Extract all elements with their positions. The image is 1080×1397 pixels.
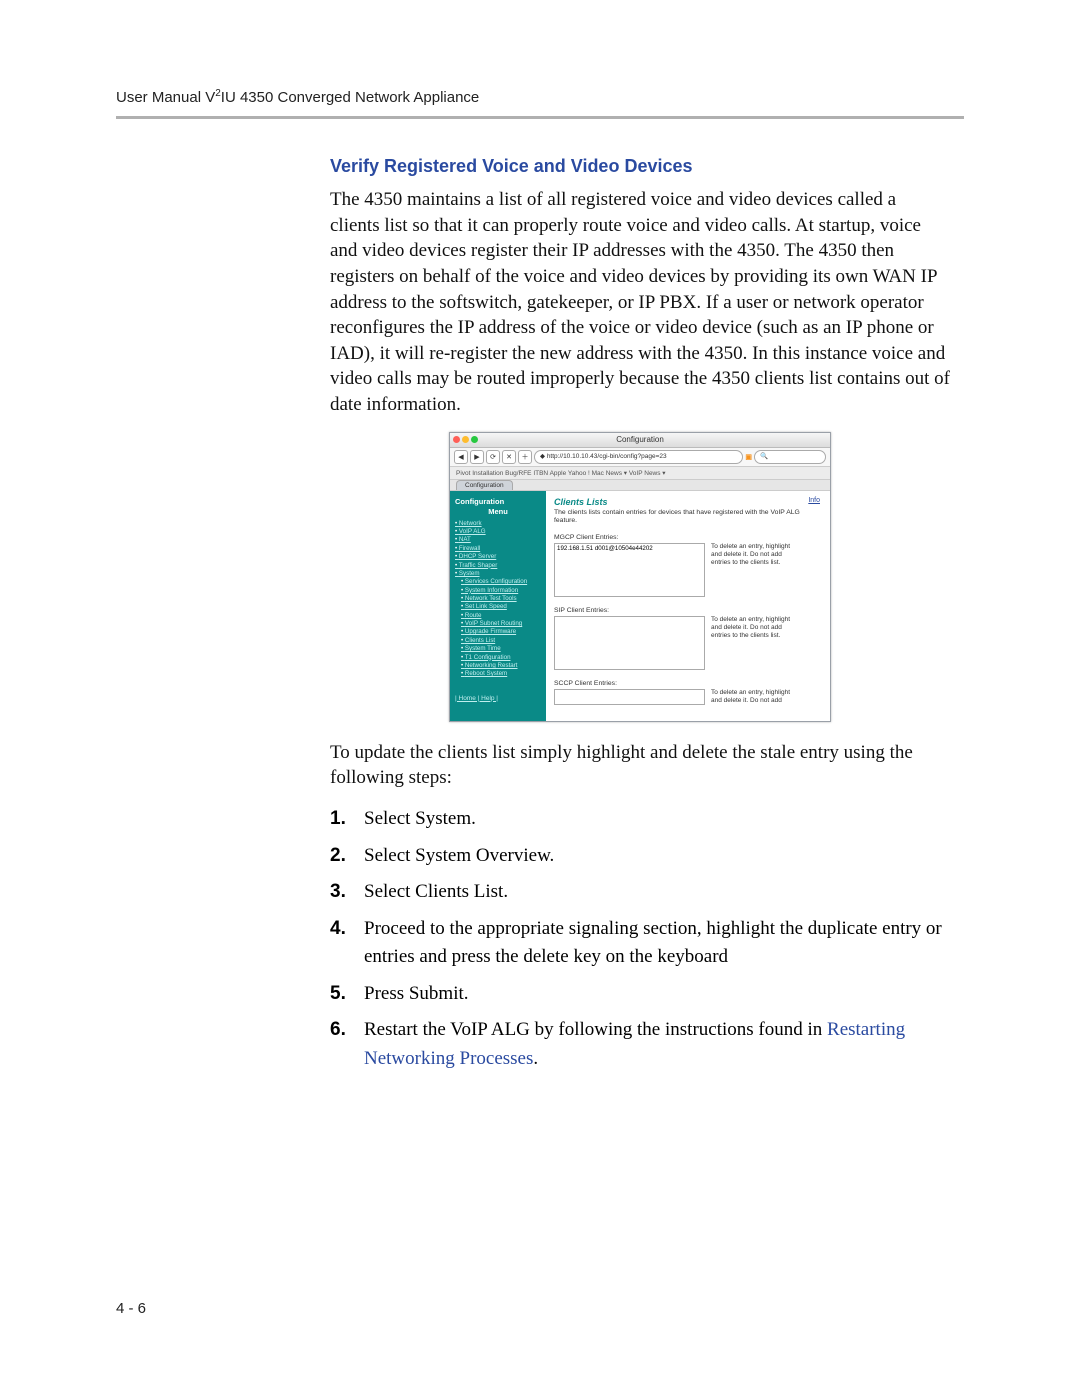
mgcp-block: MGCP Client Entries: To delete an entry,…: [554, 534, 822, 597]
add-button[interactable]: ＋: [518, 450, 532, 464]
sccp-hint: To delete an entry, highlight and delete…: [711, 689, 791, 705]
sidebar-item-traffic-shaper[interactable]: Traffic Shaper: [455, 562, 541, 570]
steps-list: Select System. Select System Overview. S…: [330, 805, 950, 1073]
address-bar[interactable]: ◆ http://10.10.10.43/cgi-bin/config?page…: [534, 450, 743, 464]
sidebar-menu-label: Menu: [455, 507, 541, 516]
config-sidebar: Configuration Menu Network VoIP ALG NAT …: [450, 491, 546, 721]
header-rule: [116, 116, 964, 119]
stop-button[interactable]: ✕: [502, 450, 516, 464]
sidebar-sub-upgrade[interactable]: Upgrade Firmware: [461, 628, 541, 636]
sidebar-sub-net-test[interactable]: Network Test Tools: [461, 595, 541, 603]
sidebar-item-nat[interactable]: NAT: [455, 536, 541, 544]
bookmarks-bar[interactable]: Pivot Installation Bug/RFE ITBN Apple Ya…: [450, 467, 830, 480]
sip-hint: To delete an entry, highlight and delete…: [711, 616, 791, 670]
steps-intro: To update the clients list simply highli…: [330, 740, 950, 791]
window-title: Configuration: [616, 435, 664, 444]
sidebar-sub-system-time[interactable]: System Time: [461, 645, 541, 653]
sidebar-footer-links[interactable]: | Home | Help |: [455, 695, 541, 702]
sidebar-sub-services-config[interactable]: Services Configuration: [461, 578, 541, 586]
page-content: Configuration Menu Network VoIP ALG NAT …: [450, 491, 830, 721]
sidebar-title: Configuration: [455, 497, 541, 506]
minimize-dot-icon[interactable]: [462, 436, 469, 443]
search-field[interactable]: 🔍: [754, 450, 826, 464]
back-button[interactable]: ◀: [454, 450, 468, 464]
step-6-suffix: .: [533, 1048, 538, 1069]
body-column: Verify Registered Voice and Video Device…: [330, 150, 950, 1081]
sidebar-sub-link-speed[interactable]: Set Link Speed: [461, 603, 541, 611]
sidebar-item-voip-alg[interactable]: VoIP ALG: [455, 528, 541, 536]
sidebar-item-dhcp[interactable]: DHCP Server: [455, 553, 541, 561]
page: User Manual V2IU 4350 Converged Network …: [0, 0, 1080, 1397]
window-titlebar: Configuration: [450, 433, 830, 448]
clients-list-screenshot: Configuration ◀ ▶ ⟳ ✕ ＋ ◆ http://10.10.1…: [449, 432, 831, 722]
sidebar-sub-voip-subnet[interactable]: VoIP Subnet Routing: [461, 620, 541, 628]
step-3: Select Clients List.: [330, 878, 950, 907]
step-6-prefix: Restart the VoIP ALG by following the in…: [364, 1019, 827, 1040]
browser-toolbar: ◀ ▶ ⟳ ✕ ＋ ◆ http://10.10.10.43/cgi-bin/c…: [450, 448, 830, 467]
sccp-label: SCCP Client Entries:: [554, 680, 822, 687]
sidebar-item-system[interactable]: System: [455, 570, 541, 578]
clients-lists-desc: The clients lists contain entries for de…: [554, 509, 822, 526]
sip-label: SIP Client Entries:: [554, 607, 822, 614]
clients-lists-title: Clients Lists: [554, 497, 822, 507]
sidebar-sub-net-restart[interactable]: Networking Restart: [461, 662, 541, 670]
browser-tabs: Configuration: [450, 480, 830, 491]
info-link[interactable]: Info: [808, 497, 820, 504]
step-6: Restart the VoIP ALG by following the in…: [330, 1016, 950, 1073]
sip-entries[interactable]: [554, 616, 705, 670]
running-head: User Manual V2IU 4350 Converged Network …: [116, 88, 964, 106]
sidebar-sub-reboot[interactable]: Reboot System: [461, 670, 541, 678]
window-traffic-lights[interactable]: [453, 436, 478, 443]
rss-icon[interactable]: ▣: [745, 453, 752, 461]
step-2: Select System Overview.: [330, 842, 950, 871]
sidebar-menu: Network VoIP ALG NAT Firewall DHCP Serve…: [455, 520, 541, 679]
zoom-dot-icon[interactable]: [471, 436, 478, 443]
sidebar-sub-clients-list[interactable]: Clients List: [461, 637, 541, 645]
page-number: 4 - 6: [116, 1300, 146, 1317]
sidebar-sub-system-info[interactable]: System Information: [461, 587, 541, 595]
sccp-block: SCCP Client Entries: To delete an entry,…: [554, 680, 822, 705]
mgcp-label: MGCP Client Entries:: [554, 534, 822, 541]
figure-wrap: Configuration ◀ ▶ ⟳ ✕ ＋ ◆ http://10.10.1…: [330, 432, 950, 722]
close-dot-icon[interactable]: [453, 436, 460, 443]
sccp-entries[interactable]: [554, 689, 705, 705]
clients-list-panel: Info Clients Lists The clients lists con…: [546, 491, 830, 721]
mgcp-hint: To delete an entry, highlight and delete…: [711, 543, 791, 597]
sidebar-sub-t1-config[interactable]: T1 Configuration: [461, 654, 541, 662]
step-5: Press Submit.: [330, 980, 950, 1009]
mgcp-entries[interactable]: [554, 543, 705, 597]
sip-block: SIP Client Entries: To delete an entry, …: [554, 607, 822, 670]
section-heading: Verify Registered Voice and Video Device…: [330, 156, 950, 177]
sidebar-item-firewall[interactable]: Firewall: [455, 545, 541, 553]
step-1: Select System.: [330, 805, 950, 834]
sidebar-item-network[interactable]: Network: [455, 520, 541, 528]
sidebar-sub-route[interactable]: Route: [461, 612, 541, 620]
step-4: Proceed to the appropriate signaling sec…: [330, 915, 950, 972]
intro-paragraph: The 4350 maintains a list of all registe…: [330, 187, 950, 418]
reload-button[interactable]: ⟳: [486, 450, 500, 464]
forward-button[interactable]: ▶: [470, 450, 484, 464]
tab-configuration[interactable]: Configuration: [456, 480, 513, 490]
